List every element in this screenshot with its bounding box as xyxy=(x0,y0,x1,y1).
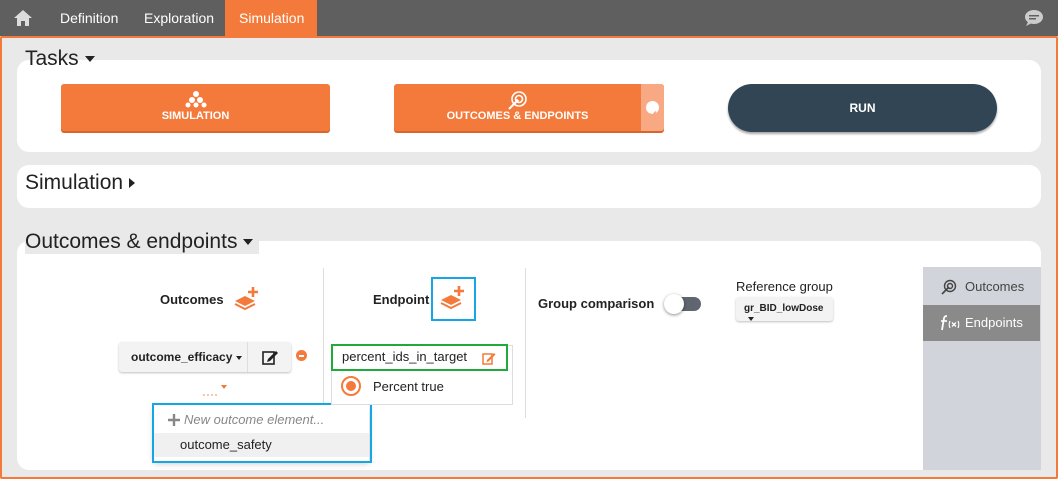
caret-right-icon xyxy=(129,178,136,189)
outcome-select[interactable]: outcome_efficacy xyxy=(119,342,291,372)
function-icon xyxy=(941,315,960,331)
group-comparison-toggle[interactable] xyxy=(664,294,701,314)
molecule-icon xyxy=(185,91,206,108)
target-icon xyxy=(941,279,957,295)
toggle-knob xyxy=(664,294,684,314)
dropdown-highlight xyxy=(152,403,372,463)
simulation-section-header[interactable]: Simulation xyxy=(25,171,136,195)
endpoint-name-highlight xyxy=(331,344,508,371)
select-divider xyxy=(247,342,248,372)
edit-icon[interactable] xyxy=(261,348,279,366)
side-menu-endpoints-label: Endpoints xyxy=(965,315,1023,330)
column-divider xyxy=(525,268,526,418)
tab-definition[interactable]: Definition xyxy=(46,0,132,36)
side-menu-outcomes[interactable]: Outcomes xyxy=(923,269,1040,305)
chevron-down-icon xyxy=(236,355,243,360)
reference-group-select[interactable]: gr_BID_lowDose xyxy=(736,297,833,322)
tasks-section-header[interactable]: Tasks xyxy=(25,47,95,71)
side-menu-endpoints[interactable]: Endpoints xyxy=(923,305,1040,341)
outcomes-section-title: Outcomes & endpoints xyxy=(25,230,238,253)
caret-down-icon xyxy=(243,239,254,246)
column-divider xyxy=(323,268,324,418)
home-icon[interactable] xyxy=(12,7,34,29)
tab-exploration[interactable]: Exploration xyxy=(130,0,228,36)
run-button[interactable]: RUN xyxy=(728,84,997,132)
chat-bubble-icon[interactable] xyxy=(1024,9,1044,27)
endpoint-header: Endpoint xyxy=(373,292,430,307)
completed-check-tab xyxy=(641,84,664,131)
simulation-task-button[interactable]: SIMULATION xyxy=(61,84,330,131)
tab-simulation[interactable]: Simulation xyxy=(225,0,317,36)
top-nav-bar: Definition Exploration Simulation xyxy=(0,0,1058,36)
check-circle-icon xyxy=(646,101,659,117)
outcomes-header: Outcomes xyxy=(160,292,224,307)
percent-true-label: Percent true xyxy=(373,379,444,394)
percent-true-radio[interactable] xyxy=(341,376,361,396)
outcomes-section-header[interactable]: Outcomes & endpoints xyxy=(25,230,260,254)
side-menu-outcomes-label: Outcomes xyxy=(965,279,1025,294)
caret-down-icon xyxy=(84,56,95,63)
chevron-down-icon xyxy=(748,317,754,322)
simulation-title: Simulation xyxy=(25,171,124,194)
simulation-card xyxy=(17,165,1041,208)
target-icon xyxy=(508,91,527,110)
outcomes-endpoints-task-button[interactable]: OUTCOMES & ENDPOINTS xyxy=(394,84,664,131)
simulation-task-label: SIMULATION xyxy=(161,110,230,122)
add-layers-icon[interactable] xyxy=(233,285,261,311)
tasks-title: Tasks xyxy=(25,47,79,70)
add-element-caret-icon[interactable] xyxy=(202,383,228,397)
reference-group-value: gr_BID_lowDose xyxy=(744,303,824,314)
group-comparison-label: Group comparison xyxy=(538,296,655,311)
reference-group-label: Reference group xyxy=(736,279,833,294)
outcomes-endpoints-task-label: OUTCOMES & ENDPOINTS xyxy=(446,110,589,122)
add-endpoint-highlight xyxy=(431,277,476,321)
remove-outcome-icon[interactable] xyxy=(296,350,307,361)
outcome-select-value: outcome_efficacy xyxy=(131,350,233,364)
side-menu: Outcomes Endpoints xyxy=(923,267,1041,470)
